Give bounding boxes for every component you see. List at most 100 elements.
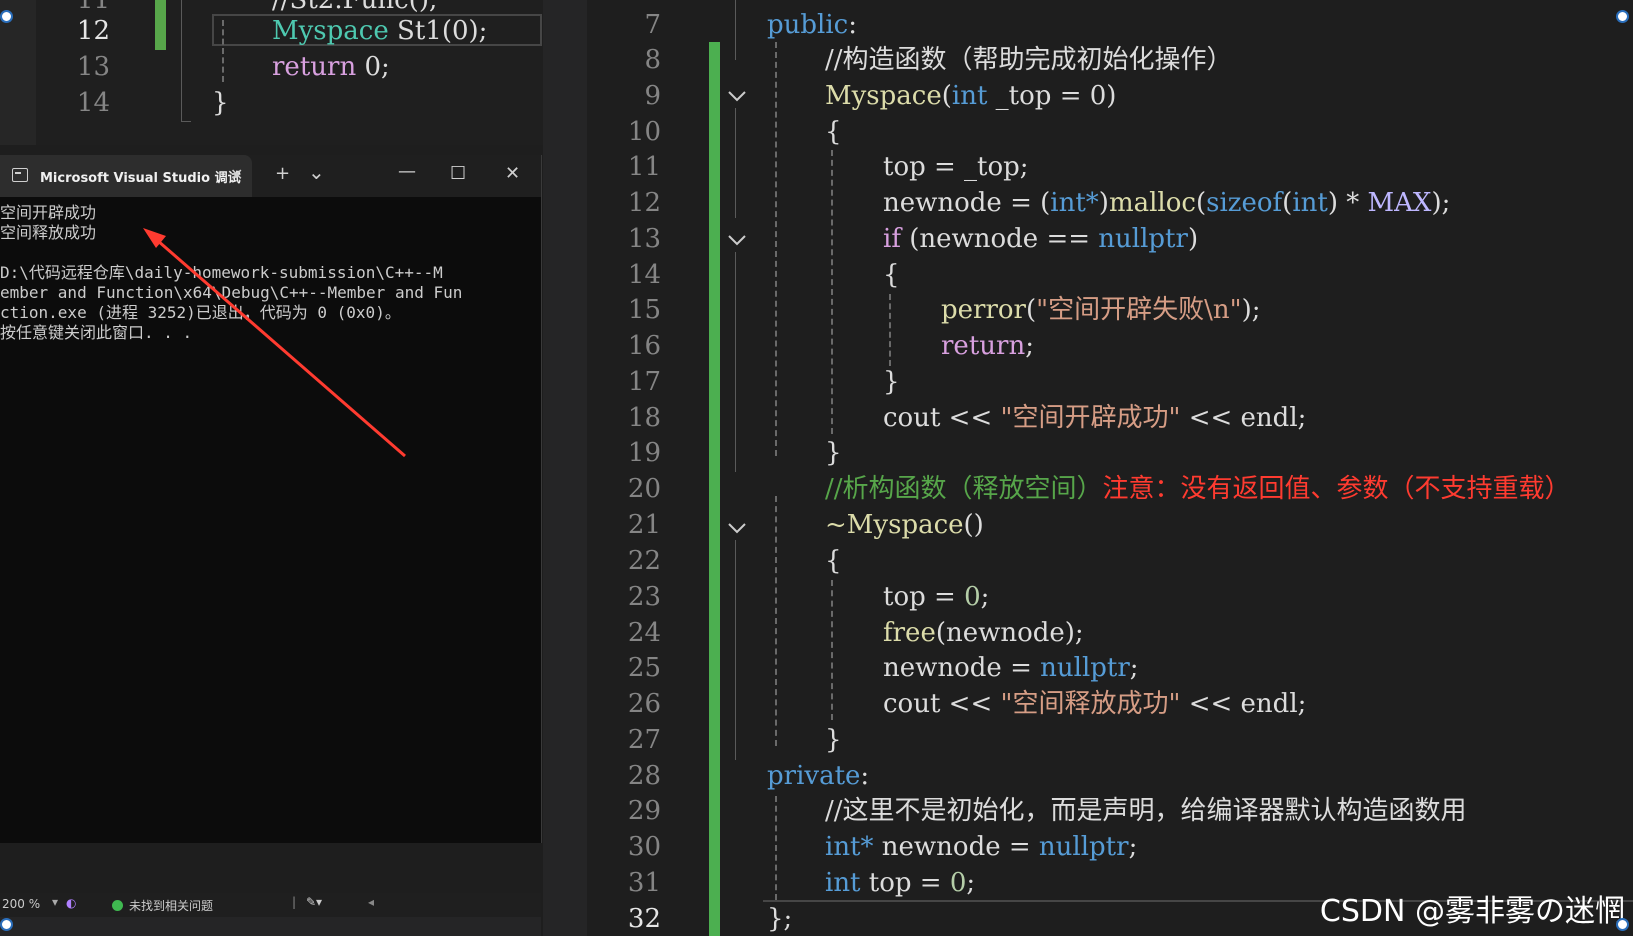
line-number: 8	[644, 45, 661, 75]
code-line[interactable]: 21 ~Myspace()	[587, 507, 1633, 543]
code-part: top =	[860, 868, 950, 898]
line-number: 10	[627, 117, 661, 147]
code-text: free(newnode);	[883, 615, 1084, 651]
keyword: nullptr	[1040, 653, 1130, 683]
code-text: newnode = (int*)malloc(sizeof(int) * MAX…	[883, 188, 1451, 218]
code-line[interactable]: 7 public:	[587, 7, 1633, 43]
punct: :	[860, 761, 870, 791]
check-icon	[112, 900, 123, 911]
code-part: << endl;	[1180, 403, 1307, 433]
pane-splitter[interactable]	[543, 0, 587, 936]
code-part: cout <<	[883, 403, 1001, 433]
code-line[interactable]: 30 int* newnode = nullptr;	[587, 829, 1633, 865]
code-line[interactable]: 19 }	[587, 435, 1633, 471]
divider: |	[292, 895, 297, 909]
comment: //析构函数（释放空间）	[825, 474, 1103, 504]
code-part: *	[1337, 188, 1368, 218]
keyword: int*	[825, 832, 874, 862]
code-part: ()	[963, 510, 984, 540]
line-number: 16	[627, 331, 661, 361]
code-line[interactable]: 16 return;	[587, 328, 1633, 364]
zoom-level[interactable]: 200 %	[2, 897, 40, 911]
code-line[interactable]: 25 newnode = nullptr;	[587, 650, 1633, 686]
keyword: sizeof	[1206, 188, 1283, 218]
code-line[interactable]: 29 //这里不是初始化，而是声明，给编译器默认构造函数用	[587, 793, 1633, 829]
line-number: 30	[627, 832, 661, 862]
line-number: 29	[627, 796, 661, 826]
code-line[interactable]: 10 {	[587, 114, 1633, 150]
keyword: nullptr	[1038, 832, 1129, 862]
code-line[interactable]: 27 }	[587, 722, 1633, 758]
code-part: );	[1431, 188, 1451, 218]
code-part: ;	[980, 582, 990, 612]
code-line[interactable]: 23 top = 0;	[587, 579, 1633, 615]
code-part: );	[1241, 295, 1261, 325]
code-line[interactable]: 20 //析构函数（释放空间）注意：没有返回值、参数（不支持重载）	[587, 471, 1633, 507]
chevron-down-icon[interactable]: ▾	[52, 895, 58, 909]
code-part: << endl;	[1180, 689, 1307, 719]
copilot-icon[interactable]: ◐	[66, 896, 76, 910]
code-line[interactable]: 14 {	[587, 257, 1633, 293]
watermark: CSDN @雾非雾の迷惘	[1319, 894, 1625, 929]
code-part: newnode =	[883, 653, 1041, 683]
code-line[interactable]: 17 }	[587, 364, 1633, 400]
line-number: 18	[627, 403, 661, 433]
line-number: 9	[644, 81, 661, 111]
comment: //构造函数（帮助完成初始化操作）	[825, 45, 1233, 75]
number: 0	[964, 582, 981, 612]
code-line[interactable]: 8 //构造函数（帮助完成初始化操作）	[587, 42, 1633, 78]
brush-icon[interactable]: ✎▾	[306, 895, 322, 909]
annotation-arrow	[143, 228, 406, 458]
code-text: };	[767, 904, 793, 934]
punct: :	[848, 10, 857, 40]
keyword: int	[951, 81, 988, 111]
code-part: ;	[966, 868, 976, 898]
code-line[interactable]: 9 Myspace(int _top = 0)	[587, 78, 1633, 114]
line-number: 25	[627, 653, 661, 683]
code-line[interactable]: 22 {	[587, 543, 1633, 579]
right-code-editor[interactable]: 7 public: 8 //构造函数（帮助完成初始化操作） 9 Myspace(…	[587, 0, 1633, 936]
code-text: public:	[767, 7, 857, 43]
comment: //这里不是初始化，而是声明，给编译器默认构造函数用	[825, 796, 1467, 826]
code-part: newnode = (	[883, 188, 1051, 218]
keyword: public	[767, 10, 849, 40]
code-line[interactable]: 11 top = _top;	[587, 149, 1633, 185]
function-name: free	[883, 618, 936, 648]
function-name: perror	[941, 295, 1026, 325]
code-line[interactable]: 26 cout << "空间释放成功" << endl;	[587, 686, 1633, 722]
line-number: 20	[627, 474, 661, 504]
code-line[interactable]: 13 if (newnode == nullptr)	[587, 221, 1633, 257]
scroll-left-icon[interactable]: ◂	[368, 895, 374, 909]
code-part: top =	[883, 582, 965, 612]
code-text: ~Myspace()	[825, 507, 984, 543]
code-line[interactable]: 24 free(newnode);	[587, 615, 1633, 651]
issues-text: 未找到相关问题	[129, 899, 214, 913]
line-number: 26	[627, 689, 661, 719]
code-text: return;	[941, 328, 1034, 364]
number: 0	[949, 868, 967, 898]
line-number: 23	[627, 582, 661, 612]
code-line[interactable]: 28 private:	[587, 758, 1633, 794]
code-part: ;	[1129, 653, 1139, 683]
code-text: top = 0;	[883, 579, 989, 615]
line-number: 31	[627, 868, 661, 898]
issues-status[interactable]: 未找到相关问题	[112, 897, 213, 914]
code-text: int* newnode = nullptr;	[825, 829, 1137, 865]
code-text: {	[825, 117, 842, 147]
code-text: {	[825, 546, 842, 576]
code-line[interactable]: 12 newnode = (int*)malloc(sizeof(int) * …	[587, 185, 1633, 221]
code-part: )	[1187, 224, 1199, 254]
code-text: }	[825, 438, 842, 468]
code-line[interactable]: 15 perror("空间开辟失败\n");	[587, 292, 1633, 328]
line-number: 11	[627, 152, 661, 182]
keyword: private	[767, 761, 861, 791]
code-line[interactable]: 18 cout << "空间开辟成功" << endl;	[587, 400, 1633, 436]
code-part: (newnode ==	[900, 224, 1099, 254]
line-number: 15	[627, 295, 661, 325]
keyword: if	[883, 224, 901, 254]
code-text: private:	[767, 758, 869, 794]
code-text: if (newnode == nullptr)	[883, 221, 1198, 257]
keyword: nullptr	[1098, 224, 1188, 254]
keyword: int	[825, 868, 861, 898]
code-text: {	[883, 260, 900, 290]
